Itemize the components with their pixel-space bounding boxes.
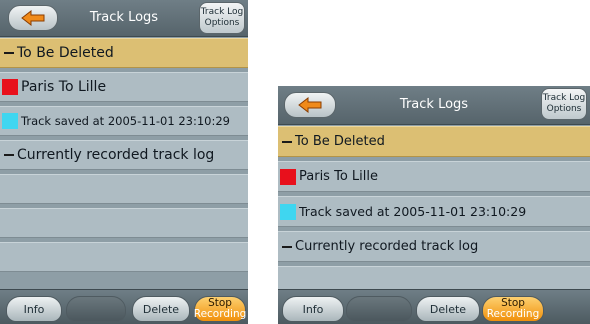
- options-label-line2: Options: [204, 18, 240, 28]
- options-label-line2: Options: [546, 104, 582, 114]
- stop-recording-button[interactable]: Stop Recording: [482, 296, 544, 322]
- list-item[interactable]: Track saved at 2005-11-01 23:10:29: [278, 196, 590, 227]
- options-label-line1: Track Log: [200, 7, 244, 17]
- track-log-list: To Be Deleted Paris To Lille Track saved…: [0, 38, 248, 276]
- delete-button-label: Delete: [142, 302, 180, 316]
- info-button[interactable]: Info: [282, 296, 344, 322]
- dash-icon: [4, 154, 14, 156]
- red-color-swatch-icon: [2, 79, 18, 95]
- info-button-label: Info: [23, 302, 45, 316]
- delete-button-label: Delete: [429, 302, 467, 316]
- back-button[interactable]: [8, 5, 58, 31]
- back-arrow-icon: [21, 10, 45, 26]
- back-arrow-icon: [298, 97, 322, 113]
- list-item-label: To Be Deleted: [295, 134, 385, 149]
- info-button[interactable]: Info: [6, 296, 62, 322]
- list-item-label: Currently recorded track log: [295, 239, 479, 254]
- track-log-options-button[interactable]: Track Log Options: [199, 2, 245, 34]
- list-item-label: Paris To Lille: [299, 169, 378, 184]
- track-logs-screen-small: Track Logs Track Log Options To Be Delet…: [278, 86, 590, 324]
- list-item-label: Track saved at 2005-11-01 23:10:29: [299, 204, 527, 219]
- list-item[interactable]: Paris To Lille: [278, 161, 590, 192]
- empty-list-row: [0, 208, 248, 238]
- stop-label-line2: Recording: [486, 308, 540, 320]
- stop-recording-button[interactable]: Stop Recording: [194, 296, 246, 322]
- delete-button[interactable]: Delete: [132, 296, 190, 322]
- cyan-color-swatch-icon: [2, 113, 18, 129]
- track-logs-screen-large: Track Logs Track Log Options To Be Delet…: [0, 0, 248, 324]
- red-color-swatch-icon: [280, 168, 296, 185]
- list-item[interactable]: Track saved at 2005-11-01 23:10:29: [0, 106, 248, 136]
- blank-button[interactable]: [346, 296, 412, 322]
- track-log-options-button[interactable]: Track Log Options: [541, 88, 587, 120]
- list-item[interactable]: To Be Deleted: [0, 38, 248, 68]
- title-bar: Track Logs Track Log Options: [0, 0, 248, 37]
- cyan-color-swatch-icon: [280, 203, 296, 220]
- list-item[interactable]: Currently recorded track log: [0, 140, 248, 170]
- list-item[interactable]: To Be Deleted: [278, 126, 590, 157]
- dash-icon: [282, 245, 292, 248]
- delete-button[interactable]: Delete: [416, 296, 480, 322]
- back-button[interactable]: [284, 92, 336, 118]
- list-item[interactable]: Currently recorded track log: [278, 231, 590, 262]
- info-button-label: Info: [302, 302, 324, 316]
- dash-icon: [282, 140, 292, 143]
- track-log-list: To Be Deleted Paris To Lille Track saved…: [278, 126, 590, 301]
- list-item-label: Currently recorded track log: [17, 147, 215, 163]
- empty-list-row: [0, 242, 248, 272]
- list-item[interactable]: Paris To Lille: [0, 72, 248, 102]
- options-label-line1: Track Log: [542, 93, 586, 103]
- list-item-label: To Be Deleted: [17, 45, 114, 61]
- stop-label-line2: Recording: [193, 308, 247, 320]
- blank-button[interactable]: [66, 296, 126, 322]
- bottom-toolbar: Info Delete Stop Recording: [278, 289, 590, 324]
- title-bar: Track Logs Track Log Options: [278, 86, 590, 125]
- empty-list-row: [0, 174, 248, 204]
- list-item-label: Track saved at 2005-11-01 23:10:29: [21, 114, 230, 128]
- dash-icon: [4, 52, 14, 54]
- list-item-label: Paris To Lille: [21, 79, 107, 95]
- bottom-toolbar: Info Delete Stop Recording: [0, 289, 248, 324]
